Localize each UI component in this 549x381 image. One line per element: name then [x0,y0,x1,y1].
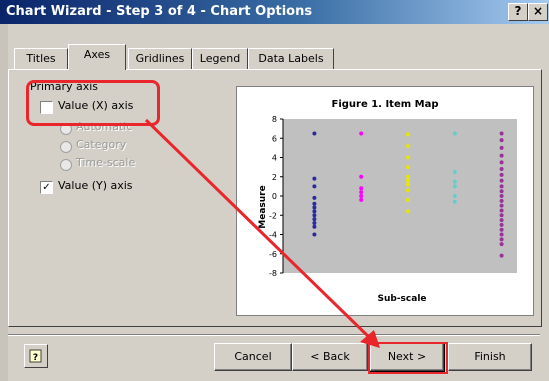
annotation-arrow [144,118,380,348]
arrow-line [144,118,374,342]
